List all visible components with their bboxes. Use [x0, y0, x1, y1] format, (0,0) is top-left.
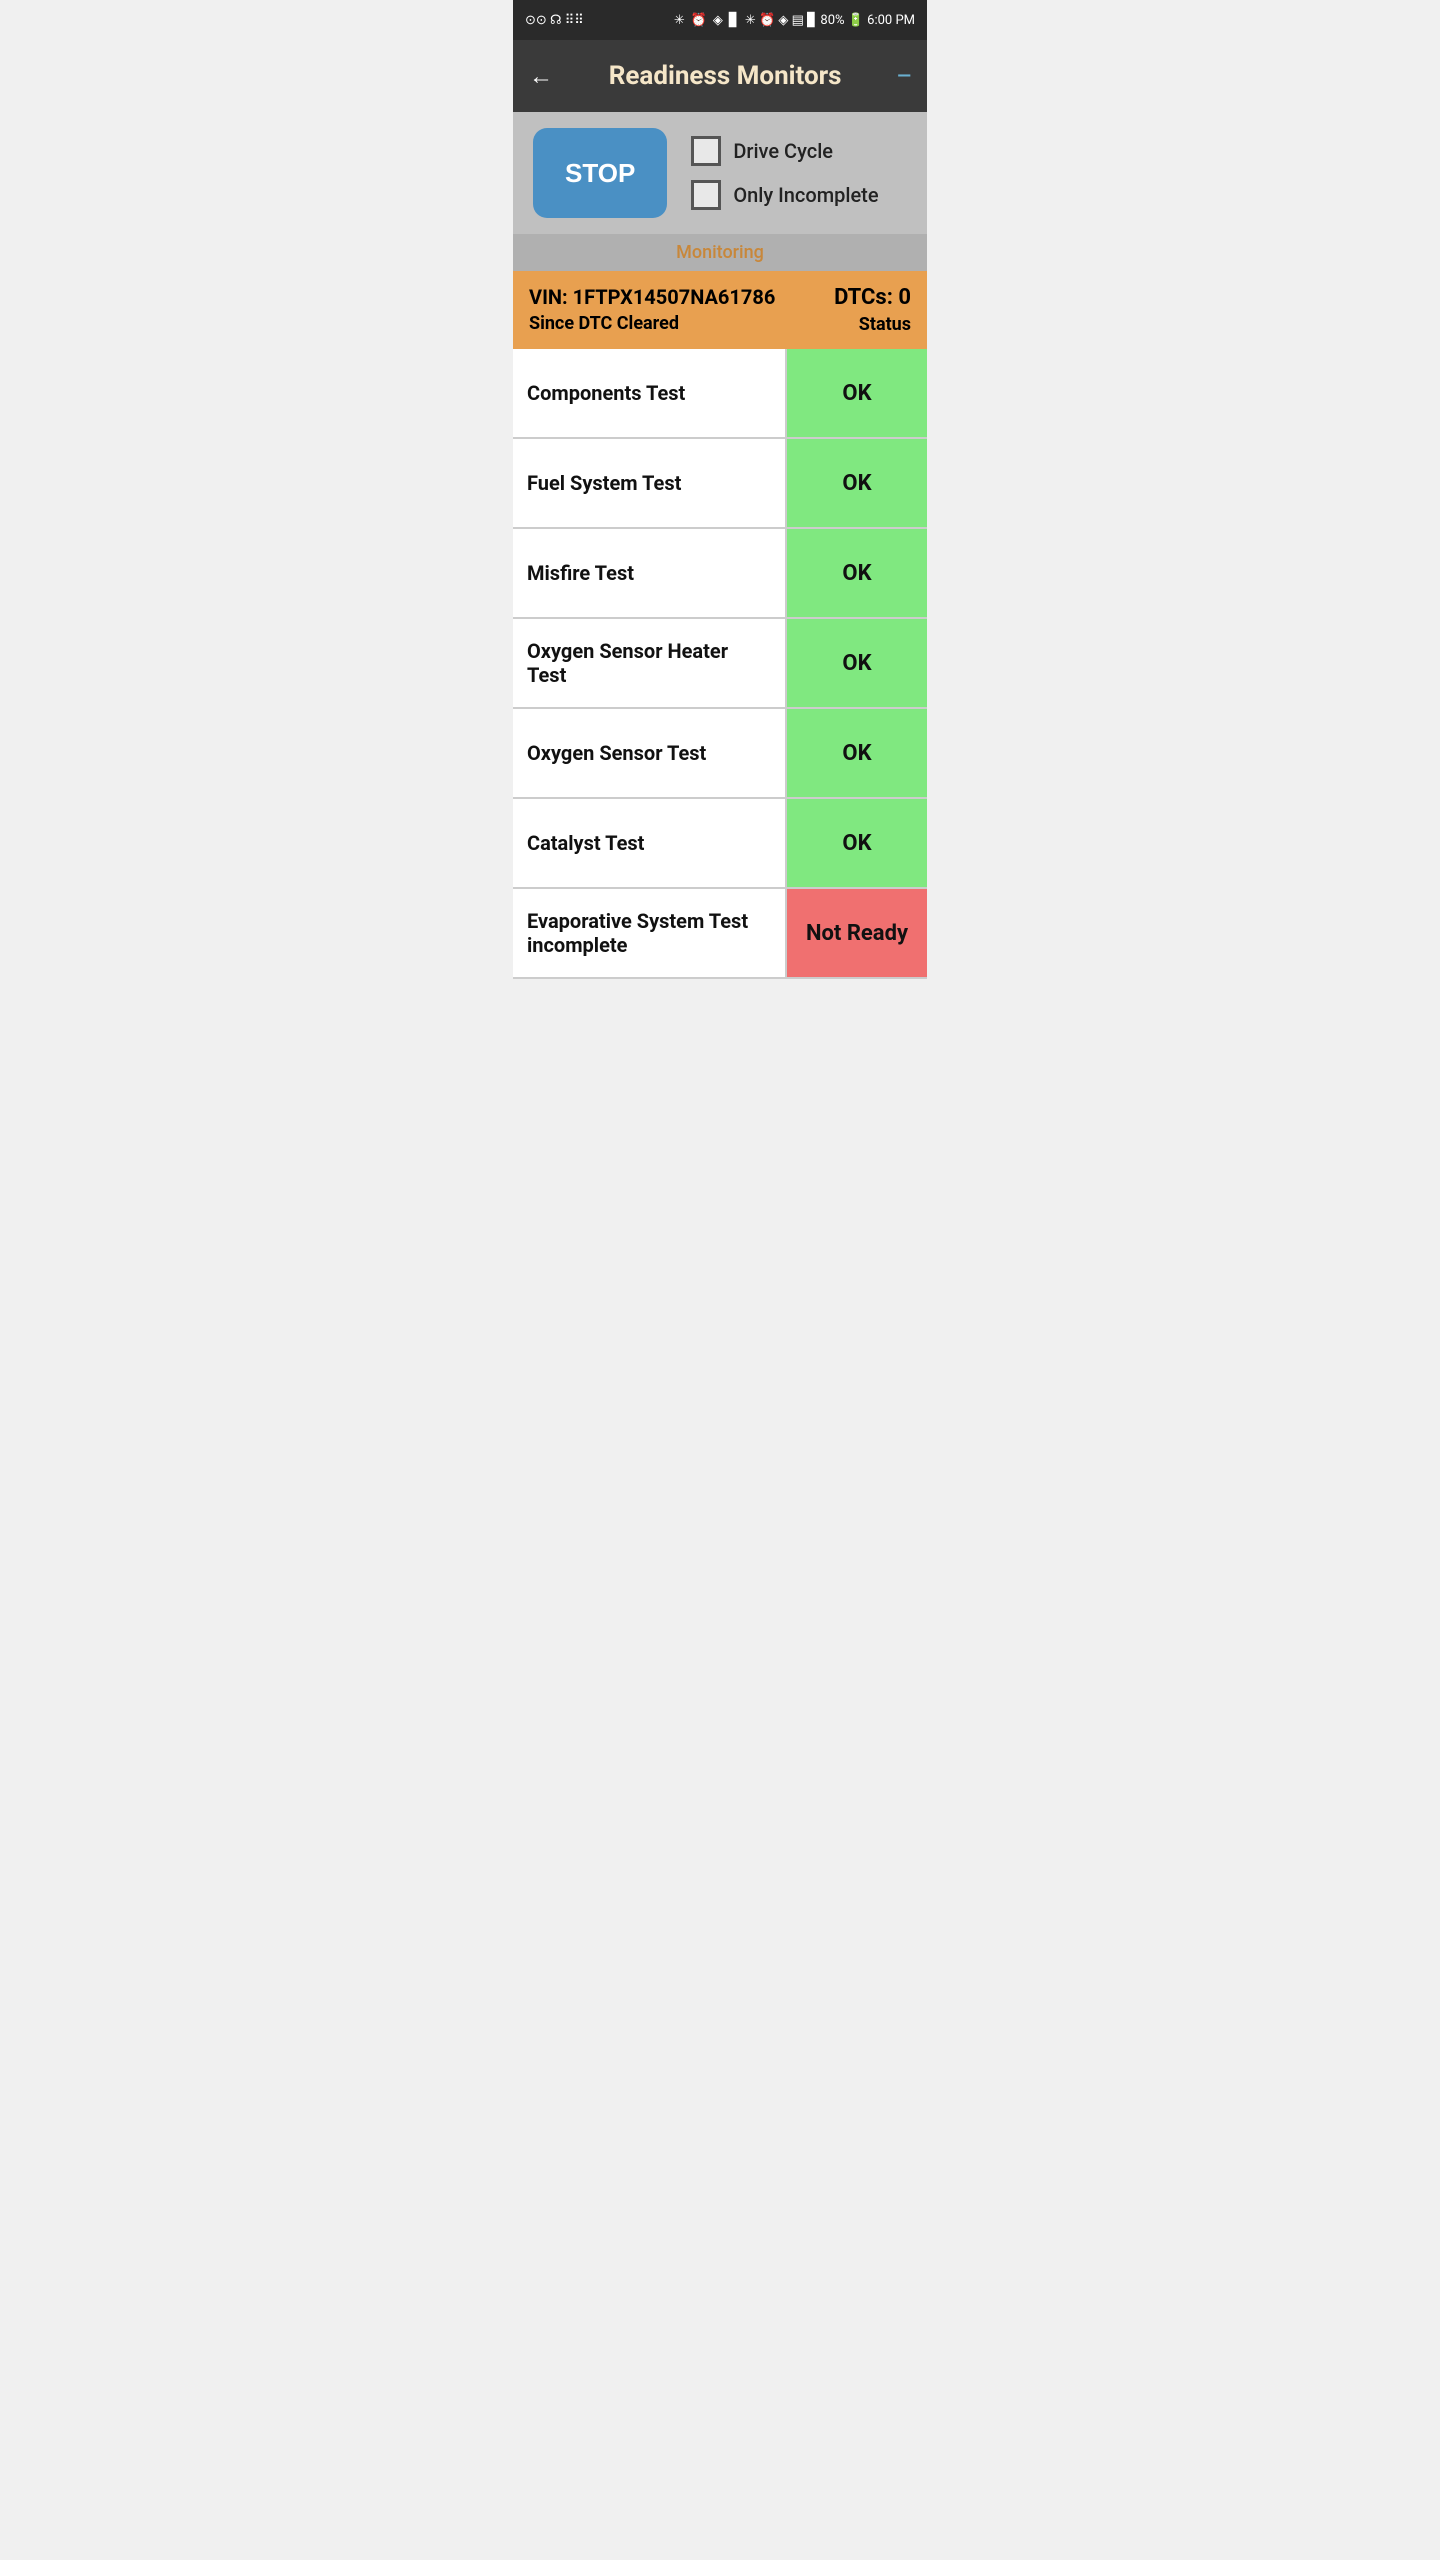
table-row: Oxygen Sensor TestOK	[513, 709, 927, 799]
monitor-name: Fuel System Test	[513, 439, 787, 527]
signal-icon: ▊	[729, 13, 739, 28]
only-incomplete-label: Only Incomplete	[733, 183, 878, 207]
checkboxes-group: Drive Cycle Only Incomplete	[691, 136, 878, 210]
monitoring-bar: Monitoring	[513, 234, 927, 271]
table-row: Components TestOK	[513, 349, 927, 439]
monitor-status: OK	[787, 709, 927, 797]
monitor-status: OK	[787, 799, 927, 887]
alarm-icon: ⏰	[691, 13, 707, 28]
monitor-name: Components Test	[513, 349, 787, 437]
bluetooth-icon: ✳	[674, 13, 685, 28]
table-row: Evaporative System Test incompleteNot Re…	[513, 889, 927, 979]
only-incomplete-checkbox[interactable]	[691, 180, 721, 210]
vin-header: VIN: 1FTPX14507NA61786 Since DTC Cleared…	[513, 271, 927, 349]
drive-cycle-label: Drive Cycle	[733, 139, 833, 163]
drive-cycle-checkbox-item[interactable]: Drive Cycle	[691, 136, 878, 166]
monitor-name: Misfire Test	[513, 529, 787, 617]
page-title: Readiness Monitors	[553, 61, 897, 91]
stop-button[interactable]: STOP	[533, 128, 667, 218]
monitor-status: Not Ready	[787, 889, 927, 977]
controls-section: STOP Drive Cycle Only Incomplete	[513, 112, 927, 234]
battery-percent: ✳ ⏰ ◈ ▤ ▊ 80% 🔋 6:00 PM	[745, 13, 915, 28]
app-header: ← Readiness Monitors —	[513, 40, 927, 112]
table-row: Catalyst TestOK	[513, 799, 927, 889]
monitor-status: OK	[787, 349, 927, 437]
monitor-name: Oxygen Sensor Heater Test	[513, 619, 787, 707]
status-icons-left: ⊙⊙ ☊ ⠿⠿	[525, 13, 584, 28]
status-bar: ⊙⊙ ☊ ⠿⠿ ✳ ⏰ ◈ ▊ ✳ ⏰ ◈ ▤ ▊ 80% 🔋 6:00 PM	[513, 0, 927, 40]
dtc-count: DTCs: 0	[834, 285, 911, 310]
only-incomplete-checkbox-item[interactable]: Only Incomplete	[691, 180, 878, 210]
drive-cycle-checkbox[interactable]	[691, 136, 721, 166]
monitor-table: Components TestOKFuel System TestOKMisfi…	[513, 349, 927, 979]
monitor-status: OK	[787, 619, 927, 707]
table-row: Fuel System TestOK	[513, 439, 927, 529]
monitor-status: OK	[787, 439, 927, 527]
vin-number: VIN: 1FTPX14507NA61786	[529, 285, 775, 309]
monitor-name: Evaporative System Test incomplete	[513, 889, 787, 977]
back-button[interactable]: ←	[529, 62, 553, 91]
status-column-label: Status	[834, 314, 911, 335]
vin-info-right: DTCs: 0 Status	[834, 285, 911, 335]
status-bar-right: ✳ ⏰ ◈ ▊ ✳ ⏰ ◈ ▤ ▊ 80% 🔋 6:00 PM	[674, 13, 915, 28]
monitor-name: Catalyst Test	[513, 799, 787, 887]
since-dtc-cleared: Since DTC Cleared	[529, 313, 775, 334]
table-row: Misfire TestOK	[513, 529, 927, 619]
status-bar-left: ⊙⊙ ☊ ⠿⠿	[525, 13, 584, 28]
wifi-icon: ◈	[713, 13, 723, 28]
vin-info-left: VIN: 1FTPX14507NA61786 Since DTC Cleared	[529, 285, 775, 334]
monitor-status: OK	[787, 529, 927, 617]
monitor-name: Oxygen Sensor Test	[513, 709, 787, 797]
monitoring-label: Monitoring	[676, 242, 764, 263]
menu-button[interactable]: —	[897, 66, 911, 87]
table-row: Oxygen Sensor Heater TestOK	[513, 619, 927, 709]
